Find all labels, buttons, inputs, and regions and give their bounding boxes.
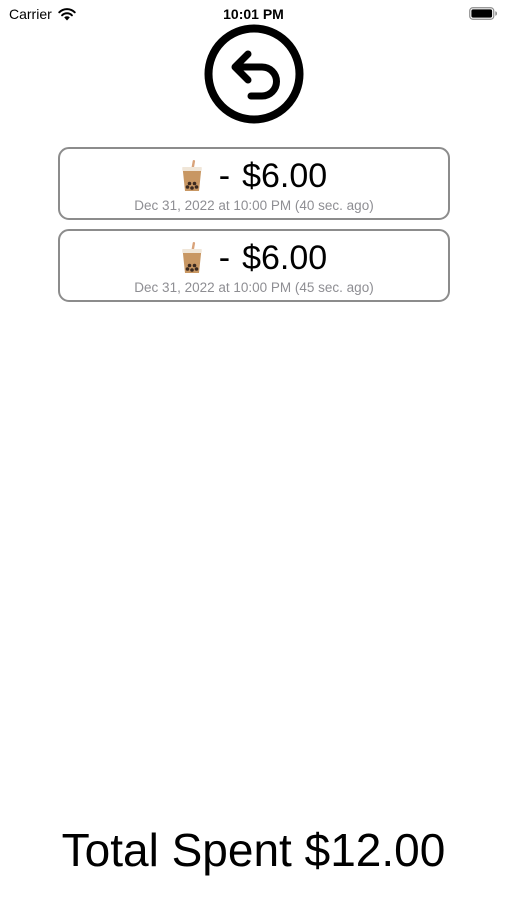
- purchase-date: Dec 31, 2022 at 10:00 PM (45 sec. ago): [134, 280, 374, 295]
- bubble-tea-icon: [181, 160, 203, 192]
- purchase-separator: -: [218, 157, 231, 195]
- status-time: 10:01 PM: [223, 6, 284, 22]
- undo-arrow-icon: [204, 24, 304, 124]
- purchase-card[interactable]: - $6.00 Dec 31, 2022 at 10:00 PM (40 sec…: [58, 147, 450, 220]
- back-button[interactable]: [204, 24, 304, 124]
- purchase-amount: $6.00: [242, 157, 328, 195]
- purchase-card[interactable]: - $6.00 Dec 31, 2022 at 10:00 PM (45 sec…: [58, 229, 450, 302]
- bubble-tea-icon: [181, 242, 203, 274]
- app-screen: Carrier 10:01 PM - $6.00 Dec 31, 2022 at…: [0, 0, 507, 900]
- battery-icon: [469, 7, 498, 20]
- purchase-amount: $6.00: [242, 239, 328, 277]
- purchase-separator: -: [218, 239, 231, 277]
- total-spent-label: Total Spent $12.00: [61, 824, 446, 876]
- purchase-summary: - $6.00: [60, 239, 448, 277]
- purchase-summary: - $6.00: [60, 157, 448, 195]
- purchase-date: Dec 31, 2022 at 10:00 PM (40 sec. ago): [134, 198, 374, 213]
- purchase-list: - $6.00 Dec 31, 2022 at 10:00 PM (40 sec…: [58, 147, 450, 311]
